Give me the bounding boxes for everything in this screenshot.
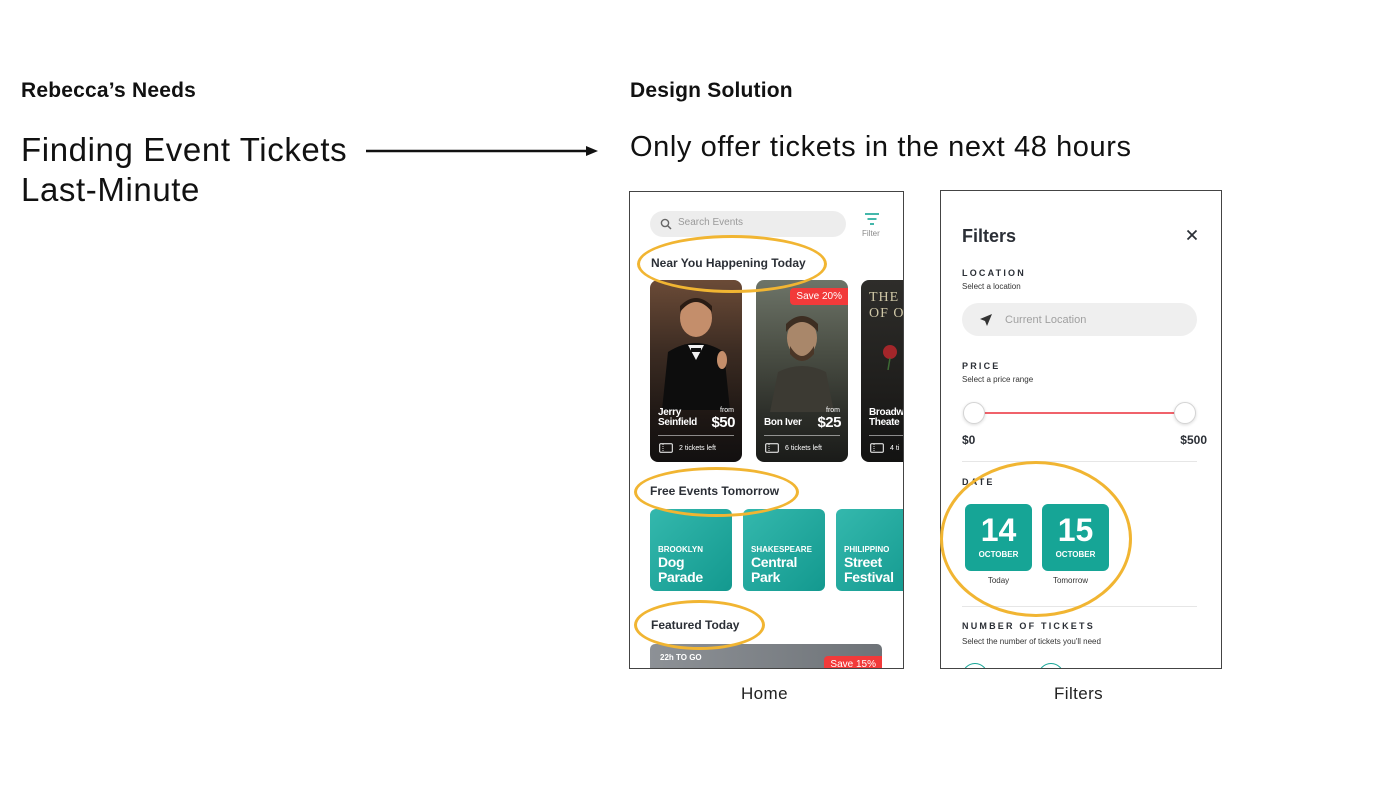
rose-icon [883, 345, 897, 370]
performer-photo [770, 316, 834, 412]
price-slider-max-handle[interactable] [1174, 402, 1196, 424]
search-input[interactable]: Search Events [650, 211, 846, 237]
event-card[interactable]: Jerry Seinfield from $50 2 tickets left [650, 280, 742, 462]
event-price: $50 [711, 414, 735, 431]
need-text: Finding Event Tickets Last-Minute [21, 130, 347, 210]
need-line-2: Last-Minute [21, 171, 201, 208]
free-event-title: Street Festival [844, 555, 894, 585]
right-heading: Design Solution [630, 79, 793, 102]
price-sublabel: Select a price range [962, 375, 1034, 384]
event-name: Jerry Seinfield [658, 408, 697, 428]
event-name: Broadw Theate [869, 408, 903, 428]
free-event-title-line-1: Dog [658, 554, 685, 570]
card-divider [658, 435, 734, 436]
price-slider-min-handle[interactable] [963, 402, 985, 424]
tickets-left: 2 tickets left [679, 445, 716, 452]
highlight-near-you [637, 235, 827, 293]
caption-filters: Filters [1054, 684, 1104, 703]
increment-button[interactable] [1038, 663, 1064, 668]
filters-title: Filters [962, 226, 1017, 246]
free-event-card[interactable]: SHAKESPEARE Central Park [743, 509, 825, 591]
ticket-icon [765, 443, 779, 453]
discount-badge: Save 15% [824, 656, 882, 668]
performer-photo [662, 298, 730, 410]
filter-label: Filter [862, 229, 880, 238]
price-from-label: from [720, 407, 734, 414]
need-line-1: Finding Event Tickets [21, 131, 348, 168]
time-remaining: 22h TO GO [660, 653, 702, 662]
tickets-left: 6 tickets left [785, 445, 822, 452]
free-event-subtitle: SHAKESPEARE [751, 545, 812, 554]
event-price: $25 [817, 414, 841, 431]
free-event-title: Central Park [751, 555, 797, 585]
location-sublabel: Select a location [962, 282, 1021, 291]
divider [962, 461, 1197, 462]
event-name-line-2: Bon Iver [764, 417, 802, 428]
poster-title: THE PHA OF OPE [869, 290, 904, 321]
highlight-date [940, 461, 1132, 617]
free-event-title: Dog Parade [658, 555, 703, 585]
location-input[interactable]: Current Location [962, 303, 1197, 336]
free-event-subtitle: BROOKLYN [658, 545, 704, 554]
event-name-line-2: Seinfield [658, 417, 697, 428]
price-label: PRICE [962, 361, 1001, 371]
decrement-button[interactable] [962, 663, 988, 668]
free-event-card[interactable]: PHILIPPINO Street Festival [836, 509, 903, 591]
search-icon [660, 218, 672, 230]
left-heading: Rebecca’s Needs [21, 79, 196, 102]
ticket-icon [870, 443, 884, 453]
price-slider-track[interactable] [974, 412, 1186, 414]
event-card[interactable]: THE PHA OF OPE Broadw Theate 4 ti [861, 280, 904, 462]
tickets-label: NUMBER OF TICKETS [962, 621, 1095, 631]
caption-home: Home [741, 684, 788, 703]
free-event-title-line-2: Park [751, 569, 781, 585]
ticket-icon [659, 443, 673, 453]
card-divider [764, 435, 840, 436]
price-min-value: $0 [962, 433, 976, 447]
free-event-title-line-2: Parade [658, 569, 703, 585]
price-from-label: from [826, 407, 840, 414]
highlight-free-events [634, 467, 799, 517]
search-placeholder: Search Events [678, 217, 744, 228]
card-divider [869, 435, 903, 436]
close-icon[interactable] [1186, 229, 1198, 241]
solution-text: Only offer tickets in the next 48 hours [630, 131, 1132, 163]
free-event-title-line-1: Central [751, 554, 798, 570]
location-arrow-icon [980, 314, 992, 326]
tickets-left: 4 ti [890, 445, 900, 452]
event-name-line-2: Theate [869, 417, 900, 428]
discount-badge: Save 20% [790, 288, 848, 305]
event-name: Bon Iver [764, 418, 802, 428]
free-event-subtitle: PHILIPPINO [844, 545, 890, 554]
location-label: LOCATION [962, 268, 1026, 278]
location-placeholder: Current Location [1005, 314, 1087, 326]
free-event-title-line-2: Festival [844, 569, 894, 585]
arrow-right-icon [366, 146, 598, 156]
highlight-featured [634, 600, 765, 650]
free-event-title-line-1: Street [844, 554, 882, 570]
price-max-value: $500 [1180, 433, 1207, 447]
tickets-sublabel: Select the number of tickets you'll need [962, 637, 1101, 646]
filter-icon[interactable] [864, 212, 880, 226]
free-event-card[interactable]: BROOKLYN Dog Parade [650, 509, 732, 591]
event-card[interactable]: Save 20% Bon Iver from $25 6 tickets lef… [756, 280, 848, 462]
